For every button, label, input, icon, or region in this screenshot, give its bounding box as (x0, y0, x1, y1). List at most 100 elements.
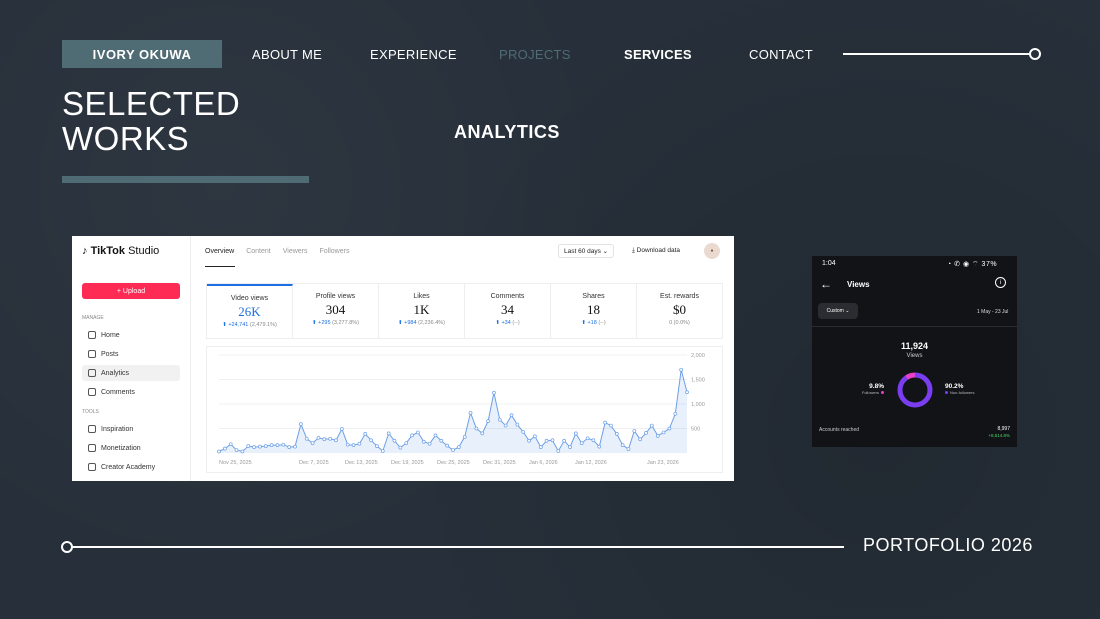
data-point[interactable] (638, 437, 643, 442)
tab-followers[interactable]: Followers (320, 248, 350, 255)
data-point[interactable] (234, 448, 239, 452)
data-point[interactable] (380, 449, 385, 453)
data-point[interactable] (685, 390, 689, 395)
metric-card-likes[interactable]: Likes 1K ⬆ +984 (2,236.4%) (379, 284, 465, 338)
nav-item-experience[interactable]: EXPERIENCE (370, 47, 457, 62)
data-point[interactable] (474, 426, 479, 431)
data-point[interactable] (497, 417, 502, 422)
data-point[interactable] (568, 445, 572, 449)
data-point[interactable] (486, 419, 490, 424)
metric-card-est-rewards[interactable]: Est. rewards $0 0 (0.0%) (637, 284, 722, 338)
data-point[interactable] (316, 435, 321, 440)
data-point[interactable] (620, 443, 625, 448)
nav-item-contact[interactable]: CONTACT (749, 47, 813, 62)
data-point[interactable] (655, 433, 660, 438)
data-point[interactable] (404, 441, 409, 446)
data-point[interactable] (650, 423, 654, 428)
data-point[interactable] (538, 445, 543, 449)
sidebar-item-inspiration[interactable]: Inspiration (82, 421, 180, 437)
upload-button[interactable]: + Upload (82, 283, 180, 299)
data-point[interactable] (644, 431, 648, 435)
data-point[interactable] (310, 441, 315, 446)
data-point[interactable] (410, 433, 414, 438)
data-point[interactable] (398, 445, 403, 450)
sidebar-item-monetization[interactable]: Monetization (82, 440, 180, 456)
data-point[interactable] (673, 411, 678, 416)
data-point[interactable] (451, 448, 455, 452)
data-point[interactable] (340, 427, 344, 431)
nav-item-services[interactable]: SERVICES (624, 47, 692, 62)
data-point[interactable] (363, 432, 368, 436)
data-point[interactable] (632, 429, 637, 433)
data-point[interactable] (445, 443, 449, 448)
data-point[interactable] (503, 423, 508, 428)
data-point[interactable] (480, 431, 485, 436)
data-point[interactable] (223, 446, 227, 451)
data-point[interactable] (509, 413, 514, 418)
data-point[interactable] (457, 445, 461, 449)
data-point[interactable] (527, 438, 531, 443)
data-point[interactable] (246, 444, 251, 448)
data-point[interactable] (322, 437, 327, 442)
data-point[interactable] (416, 430, 420, 435)
data-point[interactable] (626, 447, 631, 451)
data-point[interactable] (609, 423, 613, 428)
data-point[interactable] (439, 438, 444, 443)
data-point[interactable] (515, 422, 520, 427)
data-point[interactable] (369, 438, 373, 443)
data-point[interactable] (614, 432, 619, 436)
data-point[interactable] (334, 438, 338, 443)
sidebar-item-comments[interactable]: Comments (82, 384, 180, 400)
data-point[interactable] (351, 443, 356, 448)
data-point[interactable] (375, 444, 379, 448)
brand-name[interactable]: IVORY OKUWA (62, 40, 222, 68)
data-point[interactable] (579, 441, 584, 446)
data-point[interactable] (357, 441, 362, 446)
info-icon[interactable]: i (995, 277, 1006, 288)
data-point[interactable] (293, 444, 297, 449)
sidebar-item-analytics[interactable]: Analytics (82, 365, 180, 381)
data-point[interactable] (287, 445, 292, 449)
metric-card-comments[interactable]: Comments 34 ⬆ +34 (--) (465, 284, 551, 338)
data-point[interactable] (299, 422, 303, 426)
data-point[interactable] (667, 426, 672, 431)
data-point[interactable] (217, 449, 221, 454)
avatar[interactable]: ● (704, 243, 720, 259)
sidebar-item-creator-academy[interactable]: Creator Academy (82, 459, 180, 475)
data-point[interactable] (562, 438, 566, 443)
download-data-button[interactable]: ⤓ Download data (627, 244, 685, 258)
sidebar-item-posts[interactable]: Posts (82, 346, 180, 362)
data-point[interactable] (328, 436, 333, 441)
data-point[interactable] (462, 434, 467, 439)
data-point[interactable] (258, 444, 262, 449)
data-point[interactable] (556, 449, 561, 453)
nav-item-projects[interactable]: PROJECTS (499, 47, 571, 62)
data-point[interactable] (240, 449, 245, 454)
data-point[interactable] (427, 441, 432, 446)
tab-content[interactable]: Content (246, 248, 271, 255)
tab-viewers[interactable]: Viewers (283, 248, 308, 255)
metric-card-profile-views[interactable]: Profile views 304 ⬆ +295 (3,277.8%) (293, 284, 379, 338)
data-point[interactable] (421, 439, 426, 444)
data-point[interactable] (263, 444, 268, 448)
data-point[interactable] (281, 442, 286, 447)
data-point[interactable] (585, 436, 590, 441)
metric-card-video-views[interactable]: Video views 26K ⬆ +24,741 (2,479.1%) (207, 284, 293, 338)
tab-overview[interactable]: Overview (205, 248, 234, 255)
metric-card-shares[interactable]: Shares 18 ⬆ +18 (--) (551, 284, 637, 338)
data-point[interactable] (386, 431, 391, 436)
data-point[interactable] (597, 444, 602, 449)
data-point[interactable] (228, 442, 233, 447)
data-point[interactable] (550, 438, 555, 443)
data-point[interactable] (433, 433, 438, 438)
data-point[interactable] (591, 438, 596, 443)
sidebar-item-home[interactable]: Home (82, 327, 180, 343)
custom-range-button[interactable]: Custom ⌄ (818, 303, 858, 319)
data-point[interactable] (679, 367, 683, 372)
data-point[interactable] (269, 443, 274, 448)
data-point[interactable] (533, 434, 537, 439)
data-point[interactable] (304, 436, 309, 441)
date-range-button[interactable]: Last 60 days ⌄ (558, 244, 615, 258)
data-point[interactable] (492, 390, 496, 395)
data-point[interactable] (252, 445, 256, 449)
